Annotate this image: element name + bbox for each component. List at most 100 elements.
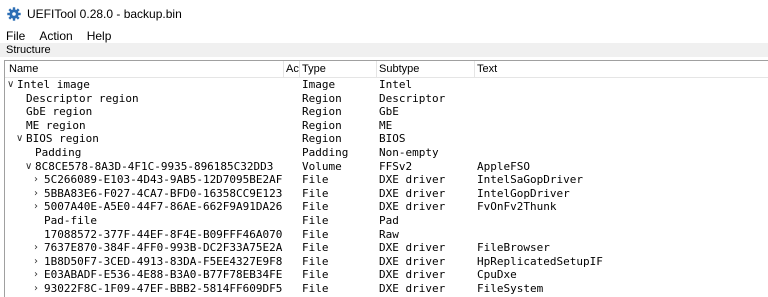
row-text: AppleFSO bbox=[477, 159, 530, 173]
row-type: File bbox=[302, 241, 329, 255]
row-subtype: DXE driver bbox=[379, 241, 446, 255]
row-name: 17088572-377F-44EF-8F4E-B09FFF46A070 bbox=[44, 227, 283, 241]
row-text: IntelGopDriver bbox=[477, 186, 570, 200]
row-text: CpuDxe bbox=[477, 268, 517, 282]
expand-arrow-icon[interactable]: › bbox=[34, 200, 42, 214]
row-subtype: DXE driver bbox=[379, 173, 446, 187]
tree-row[interactable]: › 1B8D50F7-3CED-4913-83DA-F5EE4327E9F8 Fil… bbox=[5, 255, 768, 269]
tree-header: Name Ac Type Subtype Text bbox=[5, 61, 768, 78]
tree-row[interactable]: 17088572-377F-44EF-8F4E-B09FFF46A070 File… bbox=[5, 228, 768, 242]
tree-row[interactable]: ∨ BIOS region Region BIOS bbox=[5, 132, 768, 146]
tree-row[interactable]: › 5C266089-E103-4D43-9AB5-12D7095BE2AF Fil… bbox=[5, 173, 768, 187]
row-name: 5007A40E-A5E0-44F7-86AE-662F9A91DA26 bbox=[44, 200, 283, 214]
row-subtype: BIOS bbox=[379, 132, 406, 146]
row-subtype: DXE driver bbox=[379, 200, 446, 214]
row-type: Volume bbox=[302, 159, 342, 173]
row-type: Region bbox=[302, 132, 342, 146]
row-text: FvOnFv2Thunk bbox=[477, 200, 557, 214]
row-subtype: Descriptor bbox=[379, 91, 446, 105]
row-type: File bbox=[302, 213, 329, 227]
row-subtype: Pad bbox=[379, 213, 399, 227]
row-subtype: ME bbox=[379, 118, 393, 132]
menu-file[interactable]: File bbox=[0, 29, 32, 43]
row-name: 5BBA83E6-F027-4CA7-BFD0-16358CC9E123 bbox=[44, 186, 283, 200]
row-name: BIOS region bbox=[26, 132, 99, 146]
row-name: 1B8D50F7-3CED-4913-83DA-F5EE4327E9F8 bbox=[44, 254, 283, 268]
row-type: File bbox=[302, 186, 329, 200]
row-text: IntelSaGopDriver bbox=[477, 173, 583, 187]
tree-row[interactable]: › 7637E870-384F-4FF0-993B-DC2F33A75E2A Fil… bbox=[5, 241, 768, 255]
column-header-action[interactable]: Ac bbox=[286, 61, 299, 77]
row-type: File bbox=[302, 254, 329, 268]
row-name: Padding bbox=[35, 145, 82, 159]
row-name: Intel image bbox=[17, 78, 90, 91]
row-text: FileSystem bbox=[477, 281, 544, 295]
tree-row[interactable]: › E03ABADF-E536-4E88-B3A0-B77F78EB34FE Fil… bbox=[5, 268, 768, 282]
gear-icon bbox=[7, 6, 21, 21]
row-name: Pad-file bbox=[44, 213, 97, 227]
title-bar: UEFITool 0.28.0 - backup.bin bbox=[0, 0, 768, 27]
panel-title-label: Structure bbox=[6, 44, 51, 56]
expand-arrow-icon[interactable]: › bbox=[34, 255, 42, 269]
tree-row[interactable]: ME region Region ME bbox=[5, 119, 768, 133]
row-subtype: Non-empty bbox=[379, 145, 439, 159]
tree-row[interactable]: ∨ 8C8CE578-8A3D-4F1C-9935-896185C32DD3 Vol… bbox=[5, 160, 768, 174]
row-name: E03ABADF-E536-4E88-B3A0-B77F78EB34FE bbox=[44, 268, 283, 282]
structure-panel-title: Structure bbox=[0, 43, 768, 57]
column-header-subtype[interactable]: Subtype bbox=[379, 61, 419, 77]
row-type: File bbox=[302, 268, 329, 282]
expand-arrow-icon[interactable]: › bbox=[34, 173, 42, 187]
structure-tree[interactable]: Name Ac Type Subtype Text ∨ Intel image Im… bbox=[4, 60, 768, 297]
row-subtype: DXE driver bbox=[379, 281, 446, 295]
row-text: HpReplicatedSetupIF bbox=[477, 254, 603, 268]
column-header-text[interactable]: Text bbox=[477, 61, 497, 77]
tree-row[interactable]: › 5BBA83E6-F027-4CA7-BFD0-16358CC9E123 Fil… bbox=[5, 187, 768, 201]
row-type: File bbox=[302, 227, 329, 241]
row-type: File bbox=[302, 200, 329, 214]
tree-row[interactable]: › 93022F8C-1F09-47EF-BBB2-5814FF609DF5 Fil… bbox=[5, 282, 768, 296]
expand-arrow-icon[interactable]: › bbox=[34, 187, 42, 201]
window-title: UEFITool 0.28.0 - backup.bin bbox=[27, 6, 182, 21]
row-name: 7637E870-384F-4FF0-993B-DC2F33A75E2A bbox=[44, 241, 283, 255]
row-type: Region bbox=[302, 91, 342, 105]
row-subtype: Intel bbox=[379, 78, 413, 91]
tree-row[interactable]: Padding Padding Non-empty bbox=[5, 146, 768, 160]
row-name: 5C266089-E103-4D43-9AB5-12D7095BE2AF bbox=[44, 173, 283, 187]
row-type: File bbox=[302, 173, 329, 187]
row-subtype: FFSv2 bbox=[379, 159, 413, 173]
tree-row[interactable]: GbE region Region GbE bbox=[5, 105, 768, 119]
main-window: UEFITool 0.28.0 - backup.bin File Action… bbox=[0, 0, 768, 297]
row-name: 8C8CE578-8A3D-4F1C-9935-896185C32DD3 bbox=[35, 159, 274, 173]
row-name: ME region bbox=[26, 118, 86, 132]
tree-rows: ∨ Intel image Image Intel Descriptor region R… bbox=[5, 78, 768, 296]
column-header-name[interactable]: Name bbox=[9, 61, 38, 77]
row-subtype: GbE bbox=[379, 105, 399, 119]
row-subtype: DXE driver bbox=[379, 268, 446, 282]
tree-row[interactable]: Pad-file File Pad bbox=[5, 214, 768, 228]
row-type: Image bbox=[302, 78, 336, 91]
expand-arrow-icon[interactable]: › bbox=[34, 282, 42, 296]
row-subtype: DXE driver bbox=[379, 254, 446, 268]
row-name: Descriptor region bbox=[26, 91, 139, 105]
tree-row[interactable]: Descriptor region Region Descriptor bbox=[5, 92, 768, 106]
row-type: Region bbox=[302, 105, 342, 119]
column-header-type[interactable]: Type bbox=[302, 61, 326, 77]
expand-arrow-icon[interactable]: › bbox=[34, 241, 42, 255]
menu-help[interactable]: Help bbox=[80, 29, 119, 43]
row-text: FileBrowser bbox=[477, 241, 550, 255]
row-subtype: Raw bbox=[379, 227, 399, 241]
row-type: File bbox=[302, 281, 329, 295]
collapse-arrow-icon[interactable]: ∨ bbox=[25, 160, 33, 174]
collapse-arrow-icon[interactable]: ∨ bbox=[16, 132, 24, 146]
menu-action[interactable]: Action bbox=[32, 29, 79, 43]
tree-row[interactable]: › 5007A40E-A5E0-44F7-86AE-662F9A91DA26 Fil… bbox=[5, 200, 768, 214]
expand-arrow-icon[interactable]: › bbox=[34, 268, 42, 282]
menu-bar: File Action Help bbox=[0, 28, 118, 44]
row-subtype: DXE driver bbox=[379, 186, 446, 200]
row-name: 93022F8C-1F09-47EF-BBB2-5814FF609DF5 bbox=[44, 281, 283, 295]
tree-row[interactable]: ∨ Intel image Image Intel bbox=[5, 78, 768, 92]
row-type: Region bbox=[302, 118, 342, 132]
row-type: Padding bbox=[302, 145, 349, 159]
row-name: GbE region bbox=[26, 105, 93, 119]
collapse-arrow-icon[interactable]: ∨ bbox=[7, 78, 15, 92]
